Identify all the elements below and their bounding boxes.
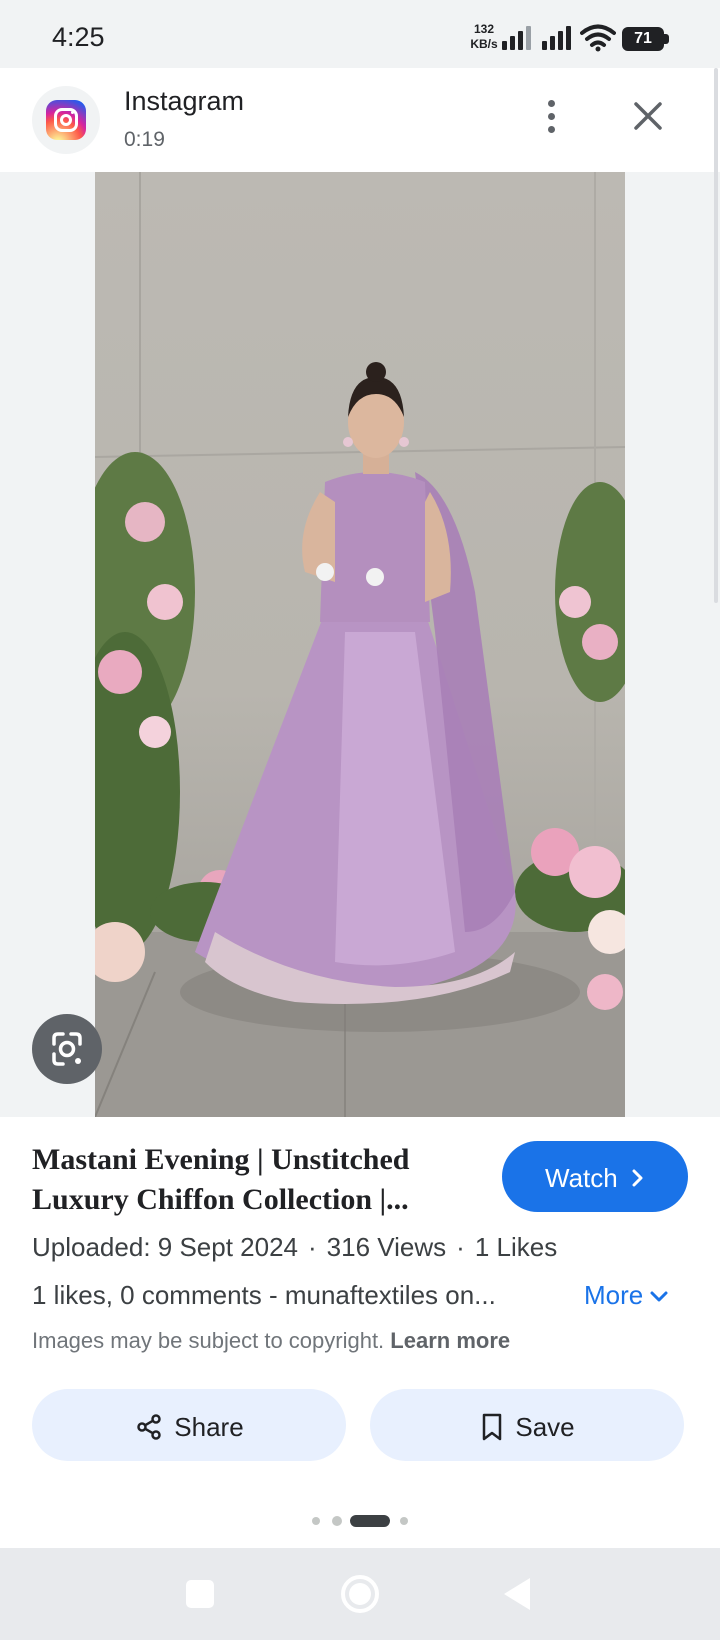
wifi-icon [580,24,616,52]
page-dot [332,1516,342,1526]
copyright-notice: Images may be subject to copyright. Lear… [32,1328,510,1354]
result-header: Instagram 0:19 [0,68,720,172]
page-dot [400,1517,408,1525]
like-count: 1 Likes [474,1232,558,1262]
page-dot [312,1517,320,1525]
photo-illustration [95,172,625,1117]
result-title[interactable]: Mastani Evening | Unstitched Luxury Chif… [32,1140,472,1220]
network-speed-value: 132 [473,22,495,36]
source-name[interactable]: Instagram [124,86,244,117]
save-button[interactable]: Save [370,1389,684,1461]
upload-date: Uploaded: 9 Sept 2024 [32,1232,298,1262]
instagram-logo-icon [46,100,86,140]
more-options-button[interactable] [532,96,572,136]
result-description: 1 likes, 0 comments - munaftextiles on..… [32,1280,496,1310]
network-speed-unit: KB/s [470,37,498,51]
google-lens-button[interactable] [32,1014,102,1084]
home-button[interactable] [341,1575,379,1613]
watch-button[interactable]: Watch [502,1141,688,1212]
result-title-line: Luxury Chiffon Collection |... [32,1183,409,1216]
system-navigation-bar [0,1548,720,1640]
share-icon [137,1414,162,1440]
scrollbar[interactable] [714,68,718,603]
result-image[interactable] [95,172,625,1117]
recents-button[interactable] [186,1580,214,1608]
signal-icon [502,26,531,50]
status-time: 4:25 [52,22,105,52]
bookmark-icon [483,1413,502,1441]
back-button[interactable] [504,1578,530,1610]
more-button-label: More [584,1280,644,1310]
watch-button-label: Watch [545,1162,618,1193]
chevron-right-icon [632,1169,643,1187]
more-vertical-icon [548,100,555,107]
signal-icon [542,26,571,50]
result-stats: Uploaded: 9 Sept 2024 · 316 Views · 1 Likes [32,1232,558,1262]
more-button[interactable]: More [584,1280,669,1311]
page-indicator [310,1514,430,1528]
share-button-label: Share [174,1412,244,1443]
image-viewer [0,172,720,1117]
battery-icon: 71 [622,27,670,51]
right-flower-arrangement [515,482,625,1010]
status-bar: 4:25 132 KB/s 71 [0,0,720,68]
chevron-down-icon [650,1291,668,1302]
copyright-text: Images may be subject to copyright. [32,1328,385,1353]
source-avatar[interactable] [32,86,100,154]
share-button[interactable]: Share [32,1389,346,1461]
save-button-label: Save [515,1412,575,1443]
page-dot-active [350,1515,390,1527]
result-title-line: Mastani Evening | Unstitched [32,1143,410,1176]
close-button[interactable] [624,92,672,140]
learn-more-link[interactable]: Learn more [390,1328,510,1353]
source-duration: 0:19 [124,128,165,151]
network-speed: 132 KB/s [466,22,502,52]
battery-level: 71 [622,27,664,51]
view-count: 316 Views [326,1232,447,1262]
